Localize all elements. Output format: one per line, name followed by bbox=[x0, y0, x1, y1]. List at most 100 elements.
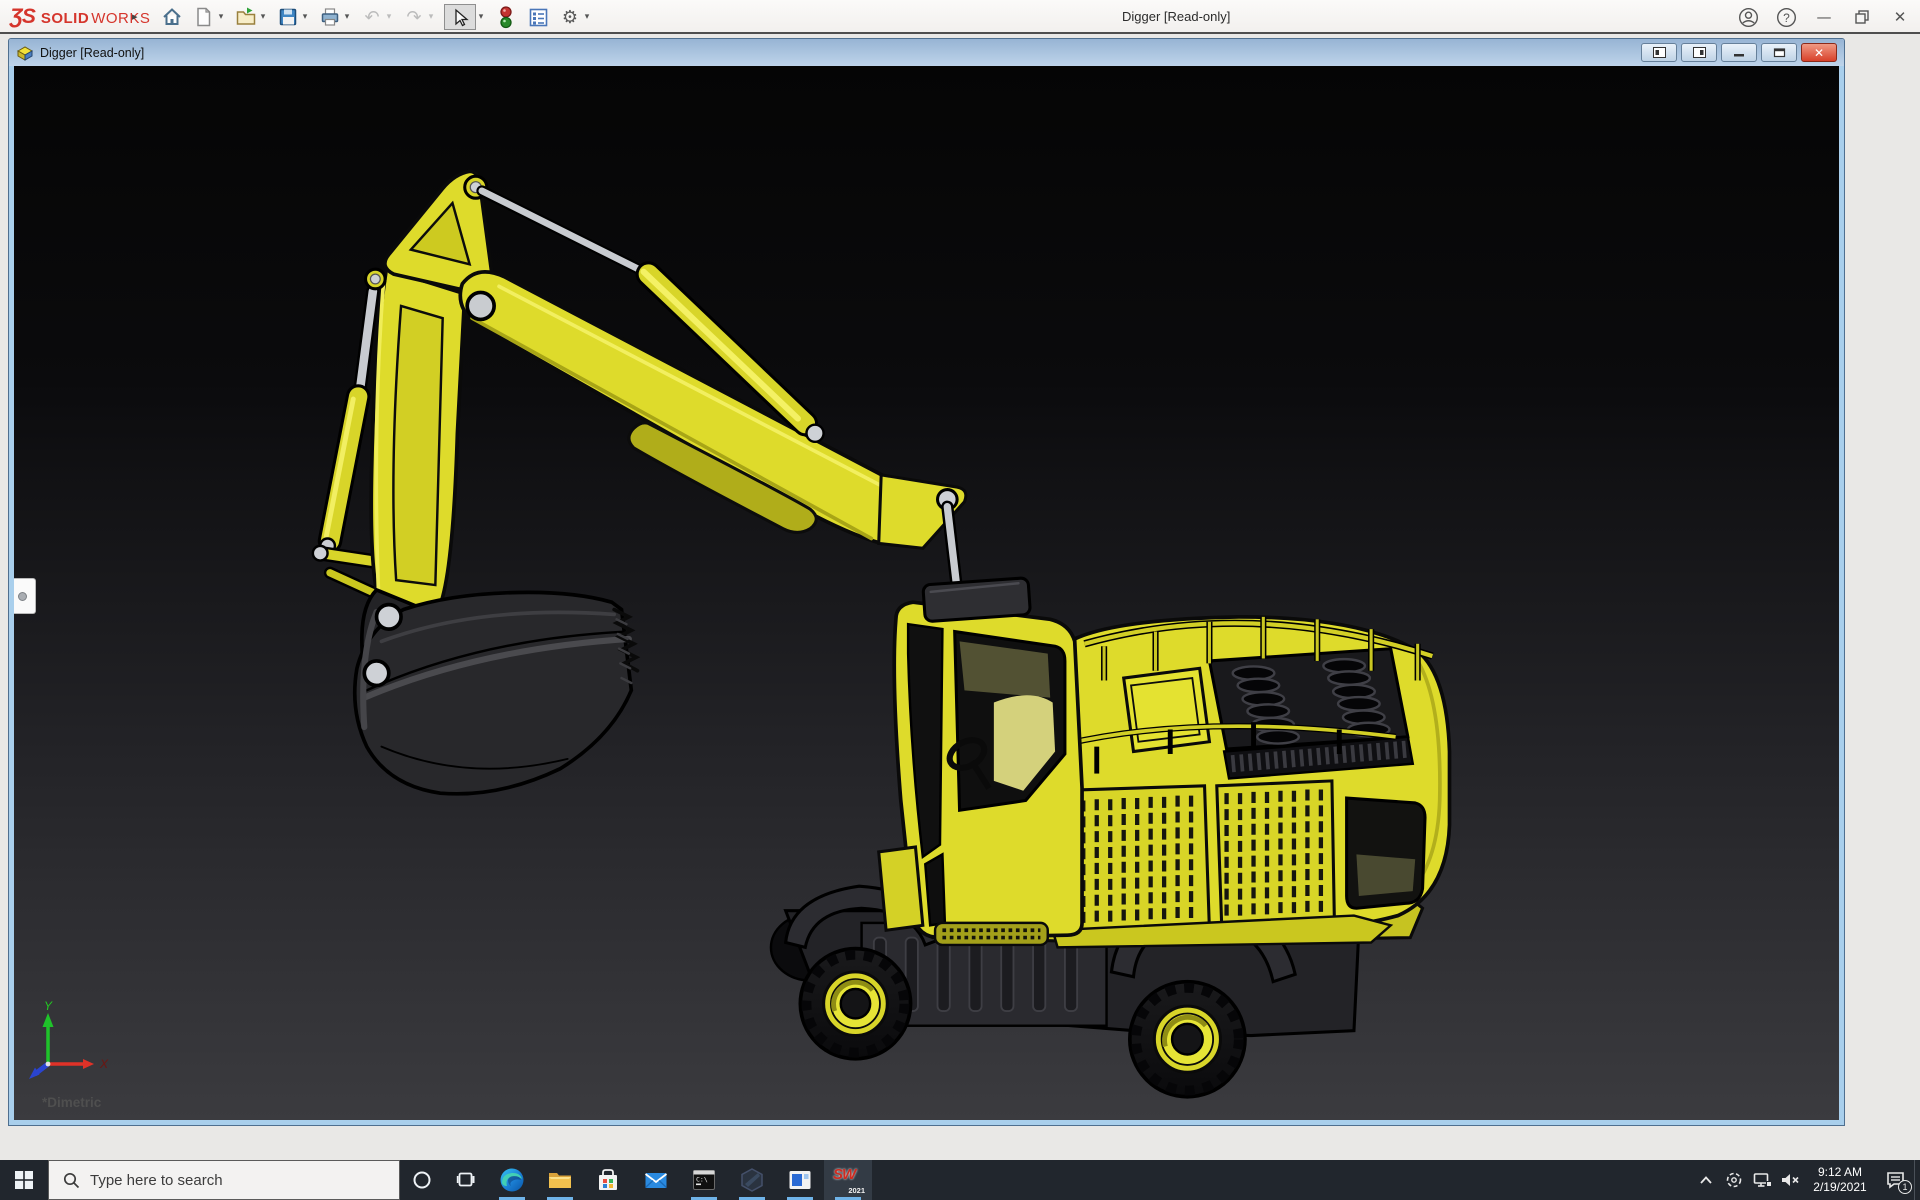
restore-icon bbox=[1853, 8, 1871, 26]
system-tray: 9:12 AM 2/19/2021 1 bbox=[1692, 1160, 1920, 1200]
excavator-wheel-front-left[interactable] bbox=[800, 949, 910, 1059]
close-button[interactable]: ✕ bbox=[1888, 5, 1912, 29]
taskbar-search-box[interactable] bbox=[48, 1160, 400, 1200]
document-titlebar[interactable]: Digger [Read-only] ✕ bbox=[9, 39, 1844, 66]
new-document-icon bbox=[192, 5, 216, 29]
select-tool-pressed-box[interactable] bbox=[444, 4, 476, 30]
pane-expand-knob-icon[interactable] bbox=[18, 592, 27, 601]
home-button[interactable] bbox=[160, 5, 184, 29]
triad-y-label: Y bbox=[44, 1000, 53, 1013]
hidden-icons-chevron[interactable] bbox=[1692, 1160, 1720, 1200]
document-title: Digger [Read-only] bbox=[40, 46, 144, 60]
print-icon bbox=[318, 5, 342, 29]
graphics-viewport[interactable]: Y X *Dimetric bbox=[14, 66, 1839, 1120]
taskbar-app-edge[interactable] bbox=[488, 1160, 536, 1200]
show-desktop-button[interactable] bbox=[1914, 1160, 1920, 1200]
task-view-icon bbox=[456, 1170, 476, 1190]
pane-left-icon bbox=[1653, 47, 1666, 58]
open-button[interactable]: ▾ bbox=[234, 4, 268, 30]
window-controls: ? — ✕ bbox=[1736, 4, 1912, 30]
doc-pane-left-button[interactable] bbox=[1641, 43, 1677, 62]
new-document-button[interactable]: ▾ bbox=[192, 4, 226, 30]
doc-pane-right-button[interactable] bbox=[1681, 43, 1717, 62]
solidworks-2021-icon: SW 2021 bbox=[833, 1165, 863, 1195]
doc-minimize-button[interactable] bbox=[1721, 43, 1757, 62]
properties-button[interactable] bbox=[526, 5, 550, 29]
restore-icon bbox=[1773, 47, 1786, 58]
chevron-up-icon bbox=[1699, 1175, 1713, 1185]
redo-button[interactable]: ↷ ▾ bbox=[402, 4, 436, 30]
search-input[interactable] bbox=[90, 1172, 370, 1189]
dropdown-arrow-icon[interactable]: ▾ bbox=[582, 12, 592, 22]
undo-icon: ↶ bbox=[360, 5, 384, 29]
excavator-boom[interactable] bbox=[366, 171, 493, 614]
clock-date: 2/19/2021 bbox=[1813, 1180, 1866, 1195]
excavator-side-vents[interactable] bbox=[1055, 781, 1334, 935]
excavator-stick-arm[interactable] bbox=[460, 272, 966, 548]
taskbar-app-mail[interactable] bbox=[632, 1160, 680, 1200]
excavator-3d-model[interactable] bbox=[14, 66, 1839, 1120]
save-icon bbox=[276, 5, 300, 29]
mail-icon bbox=[643, 1167, 669, 1193]
view-orientation-label: *Dimetric bbox=[42, 1095, 101, 1110]
menu-flyout-arrow[interactable]: ▸ bbox=[132, 10, 138, 23]
dropdown-arrow-icon[interactable]: ▾ bbox=[300, 12, 310, 22]
excavator-bucket[interactable] bbox=[355, 590, 638, 794]
taskbar-app-edrawings[interactable] bbox=[728, 1160, 776, 1200]
excavator-cab[interactable] bbox=[894, 602, 1082, 937]
cursor-arrow-icon bbox=[450, 7, 470, 27]
print-button[interactable]: ▾ bbox=[318, 4, 352, 30]
taskbar-app-file-explorer[interactable] bbox=[536, 1160, 584, 1200]
triad-x-label: X bbox=[99, 1057, 109, 1071]
excavator-body[interactable] bbox=[879, 602, 1450, 947]
doc-restore-button[interactable] bbox=[1761, 43, 1797, 62]
excavator-wheel-front-right[interactable] bbox=[1130, 982, 1245, 1097]
dropdown-arrow-icon[interactable]: ▾ bbox=[342, 12, 352, 22]
mdi-client-area: Digger [Read-only] ✕ bbox=[0, 36, 1920, 1160]
windows-taskbar: C:\ SW 2021 bbox=[0, 1160, 1920, 1200]
excavator-roof-muffler[interactable] bbox=[923, 578, 1031, 622]
taskbar-app-store[interactable] bbox=[584, 1160, 632, 1200]
network-button[interactable] bbox=[1748, 1160, 1776, 1200]
help-button[interactable]: ? bbox=[1774, 5, 1798, 29]
taskbar-app-command-prompt[interactable]: C:\ bbox=[680, 1160, 728, 1200]
home-icon bbox=[161, 6, 183, 28]
dropdown-arrow-icon[interactable]: ▾ bbox=[384, 12, 394, 22]
account-button[interactable] bbox=[1736, 5, 1760, 29]
cortana-button[interactable] bbox=[400, 1160, 444, 1200]
taskbar-clock[interactable]: 9:12 AM 2/19/2021 bbox=[1804, 1160, 1876, 1200]
taskbar-app-solidworks[interactable]: SW 2021 bbox=[824, 1160, 872, 1200]
task-view-button[interactable] bbox=[444, 1160, 488, 1200]
edge-icon bbox=[499, 1167, 525, 1193]
meet-now-button[interactable] bbox=[1720, 1160, 1748, 1200]
dropdown-arrow-icon[interactable]: ▾ bbox=[426, 12, 436, 22]
restore-button[interactable] bbox=[1850, 5, 1874, 29]
save-button[interactable]: ▾ bbox=[276, 4, 310, 30]
dassault-3ds-icon: ƷS bbox=[10, 5, 35, 29]
volume-button[interactable] bbox=[1776, 1160, 1804, 1200]
account-icon bbox=[1738, 7, 1759, 28]
app-window-title: Digger [Read-only] bbox=[1122, 9, 1230, 24]
quick-access-toolbar: ▾ ▾ ▾ ▾ ↶ ▾ ↷ ▾ bbox=[160, 3, 592, 31]
gear-icon: ⚙ bbox=[558, 5, 582, 29]
excavator-boom-cylinder[interactable] bbox=[320, 291, 373, 553]
featuremanager-collapsed-tab[interactable] bbox=[14, 578, 36, 614]
excavator-engine-grille[interactable] bbox=[1209, 649, 1412, 779]
minimize-button[interactable]: — bbox=[1812, 5, 1836, 29]
solidworks-logo: ƷS SOLID WORKS bbox=[10, 5, 150, 29]
action-center-button[interactable]: 1 bbox=[1876, 1160, 1914, 1200]
triad-x-arrow bbox=[83, 1059, 94, 1069]
taskbar-app-system-window[interactable] bbox=[776, 1160, 824, 1200]
start-button[interactable] bbox=[0, 1160, 48, 1200]
edrawings-hexagon-icon bbox=[739, 1167, 765, 1193]
windows-logo-icon bbox=[15, 1171, 33, 1189]
dropdown-arrow-icon[interactable]: ▾ bbox=[476, 12, 486, 22]
traffic-light-icon bbox=[496, 5, 516, 29]
select-tool-button[interactable]: ▾ bbox=[444, 4, 486, 30]
doc-close-button[interactable]: ✕ bbox=[1801, 43, 1837, 62]
dropdown-arrow-icon[interactable]: ▾ bbox=[216, 12, 226, 22]
dropdown-arrow-icon[interactable]: ▾ bbox=[258, 12, 268, 22]
options-button[interactable]: ⚙ ▾ bbox=[558, 4, 592, 30]
undo-button[interactable]: ↶ ▾ bbox=[360, 4, 394, 30]
status-indicator-button[interactable] bbox=[494, 5, 518, 29]
